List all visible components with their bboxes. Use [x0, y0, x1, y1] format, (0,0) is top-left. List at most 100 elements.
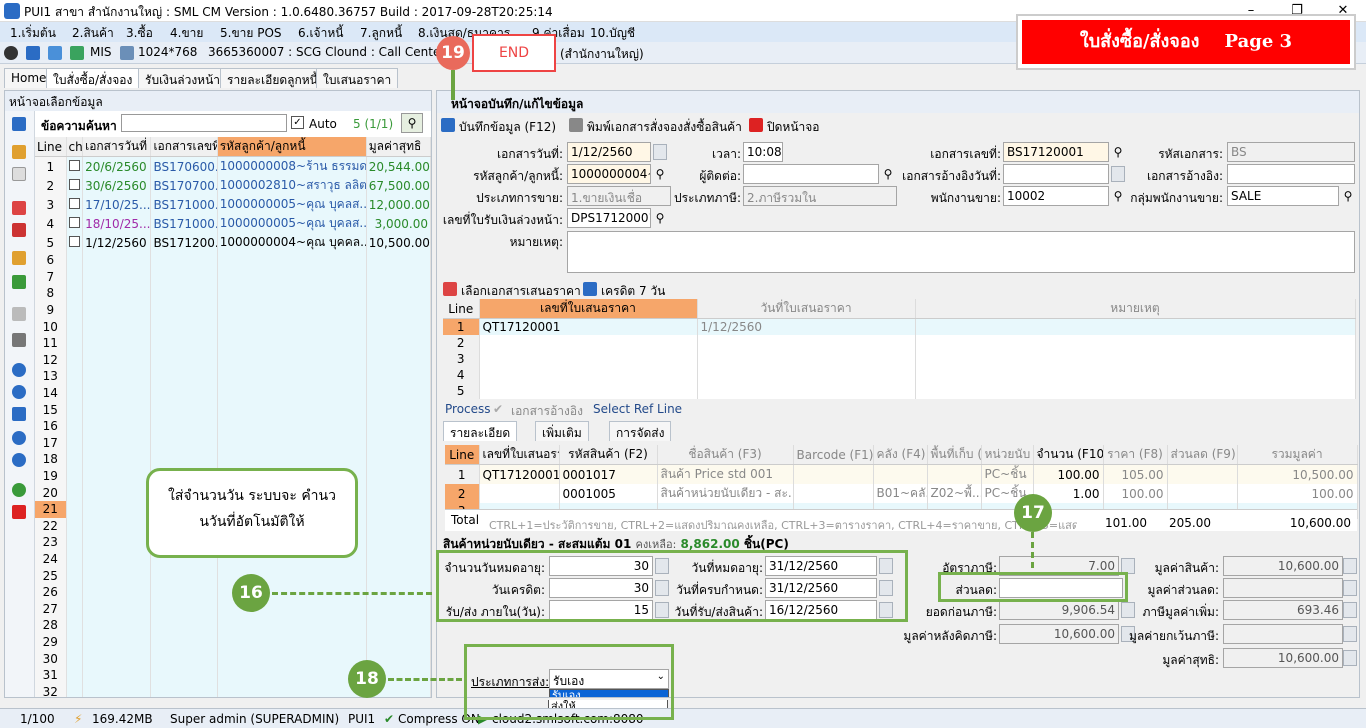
chart-icon[interactable] — [70, 46, 84, 60]
table-row[interactable]: 5 — [443, 382, 1356, 399]
col-warehouse[interactable]: คลัง (F4) — [873, 445, 928, 465]
col-amount[interactable]: รวมมูลค่า — [1237, 445, 1358, 465]
table-cell[interactable] — [366, 451, 431, 468]
deposit-no-field[interactable]: DPS17120001 — [567, 208, 651, 228]
table-cell[interactable]: BS170600... — [150, 156, 218, 176]
table-cell[interactable]: 10,500.00 — [1237, 464, 1358, 484]
table-cell[interactable] — [793, 464, 874, 484]
tab-detail[interactable]: รายละเอียด — [443, 421, 518, 441]
col-item-name[interactable]: ชื่อสินค้า (F3) — [657, 445, 794, 465]
col-price[interactable]: ราคา (F8) — [1103, 445, 1168, 465]
table-cell[interactable]: สินค้า Price std 001 — [657, 464, 794, 484]
table-cell[interactable] — [217, 434, 367, 452]
window-icon[interactable] — [26, 46, 40, 60]
table-row[interactable]: 10 — [35, 318, 431, 335]
table-cell[interactable] — [915, 382, 1356, 399]
table-cell[interactable] — [82, 351, 152, 369]
table-cell[interactable] — [150, 334, 218, 352]
calculator-icon[interactable] — [1343, 602, 1357, 618]
table-cell[interactable]: BS171200... — [150, 233, 218, 252]
table-cell[interactable] — [82, 434, 152, 452]
checkbox[interactable] — [68, 178, 80, 190]
table-row[interactable]: 29 — [35, 633, 431, 651]
table-cell[interactable]: 12,000.00 — [366, 195, 431, 214]
col-doc-no[interactable]: เอกสารเลขที่ — [150, 137, 218, 157]
checkbox[interactable] — [68, 197, 80, 209]
table-row[interactable]: 11 — [35, 334, 431, 352]
table-cell[interactable]: 2 — [35, 176, 67, 195]
table-cell[interactable]: 3 — [35, 195, 67, 214]
menu-item[interactable]: 10.บัญชี — [590, 24, 635, 43]
table-cell[interactable] — [217, 252, 367, 269]
search-icon[interactable]: ⚲ — [1339, 186, 1357, 206]
table-row[interactable]: 14 — [35, 384, 431, 402]
col-ch[interactable]: ch — [66, 137, 84, 157]
table-row[interactable]: 17 — [35, 434, 431, 452]
table-cell[interactable] — [66, 467, 84, 485]
table-cell[interactable]: 1 — [35, 156, 67, 176]
table-cell[interactable] — [150, 650, 218, 667]
tab-more[interactable]: เพิ่มเติม — [535, 421, 589, 441]
table-cell[interactable] — [150, 583, 218, 601]
table-cell[interactable] — [66, 401, 84, 418]
table-cell[interactable] — [217, 683, 367, 697]
table-cell[interactable]: 100.00 — [1103, 484, 1168, 503]
table-row[interactable]: 6 — [35, 252, 431, 269]
table-cell[interactable]: 67,500.00 — [366, 176, 431, 195]
table-cell[interactable] — [479, 382, 698, 399]
table-cell[interactable] — [82, 683, 152, 697]
sales-group-field[interactable]: SALE — [1227, 186, 1339, 206]
table-cell[interactable] — [697, 334, 916, 351]
search-icon[interactable]: ⚲ — [651, 208, 669, 228]
table-cell[interactable] — [697, 382, 916, 399]
ok-icon[interactable] — [12, 483, 26, 497]
table-cell[interactable] — [915, 366, 1356, 383]
table-cell[interactable] — [82, 384, 152, 402]
table-cell[interactable] — [217, 633, 367, 651]
table-cell[interactable] — [82, 417, 152, 435]
salesman-field[interactable]: 10002 — [1003, 186, 1109, 206]
table-cell[interactable] — [217, 368, 367, 385]
save-button[interactable]: บันทึกข้อมูล (F12) — [459, 118, 556, 137]
table-cell[interactable]: 1000000005~คุณ บุคลส... — [217, 214, 367, 233]
table-cell[interactable] — [217, 666, 367, 684]
table-cell[interactable]: 20,544.00 — [366, 156, 431, 176]
col-discount[interactable]: ส่วนลด (F9) — [1167, 445, 1238, 465]
table-cell[interactable] — [66, 434, 84, 452]
table-cell[interactable] — [66, 650, 84, 667]
calculator-icon[interactable] — [1343, 558, 1357, 574]
table-cell[interactable]: 20/6/2560 — [82, 156, 152, 176]
table-row[interactable]: 13 — [35, 368, 431, 385]
table-cell[interactable] — [217, 417, 367, 435]
table-cell[interactable] — [927, 464, 982, 484]
table-cell[interactable] — [66, 351, 84, 369]
table-cell[interactable] — [1167, 464, 1238, 484]
col-quote-remark[interactable]: หมายเหตุ — [915, 299, 1356, 319]
table-cell[interactable] — [366, 384, 431, 402]
table-cell[interactable] — [82, 517, 152, 535]
table-cell[interactable] — [82, 583, 152, 601]
table-cell[interactable] — [873, 464, 928, 484]
table-cell[interactable] — [150, 451, 218, 468]
checkbox[interactable] — [68, 159, 80, 171]
menu-item[interactable]: 4.ขาย — [170, 24, 203, 43]
table-cell[interactable] — [82, 451, 152, 468]
table-cell[interactable]: Z02~พื้... — [927, 484, 982, 503]
table-cell[interactable]: 1000000004~คุณ บุคคล... — [217, 233, 367, 252]
tab-debtor-detail[interactable]: รายละเอียดลูกหนี้ — [220, 68, 325, 88]
table-cell[interactable] — [82, 484, 152, 501]
table-cell[interactable] — [82, 401, 152, 418]
table-cell[interactable]: 1000002810~สราวุธ ลลิต... — [217, 176, 367, 195]
table-cell[interactable] — [82, 500, 152, 518]
table-row[interactable]: 9 — [35, 301, 431, 319]
table-cell[interactable] — [366, 334, 431, 352]
check-doc-icon[interactable] — [12, 201, 26, 215]
tab-deposit[interactable]: รับเงินล่วงหน้า — [138, 68, 228, 88]
ref-date-field[interactable] — [1003, 164, 1109, 184]
print-button[interactable]: พิมพ์เอกสารสั่งจองสั่งซื้อสินค้า — [587, 118, 742, 137]
table-cell[interactable] — [217, 285, 367, 302]
table-cell[interactable] — [366, 600, 431, 618]
table-cell[interactable]: B01~คลั... — [873, 484, 928, 503]
table-cell[interactable] — [366, 617, 431, 634]
table-cell[interactable] — [66, 451, 84, 468]
